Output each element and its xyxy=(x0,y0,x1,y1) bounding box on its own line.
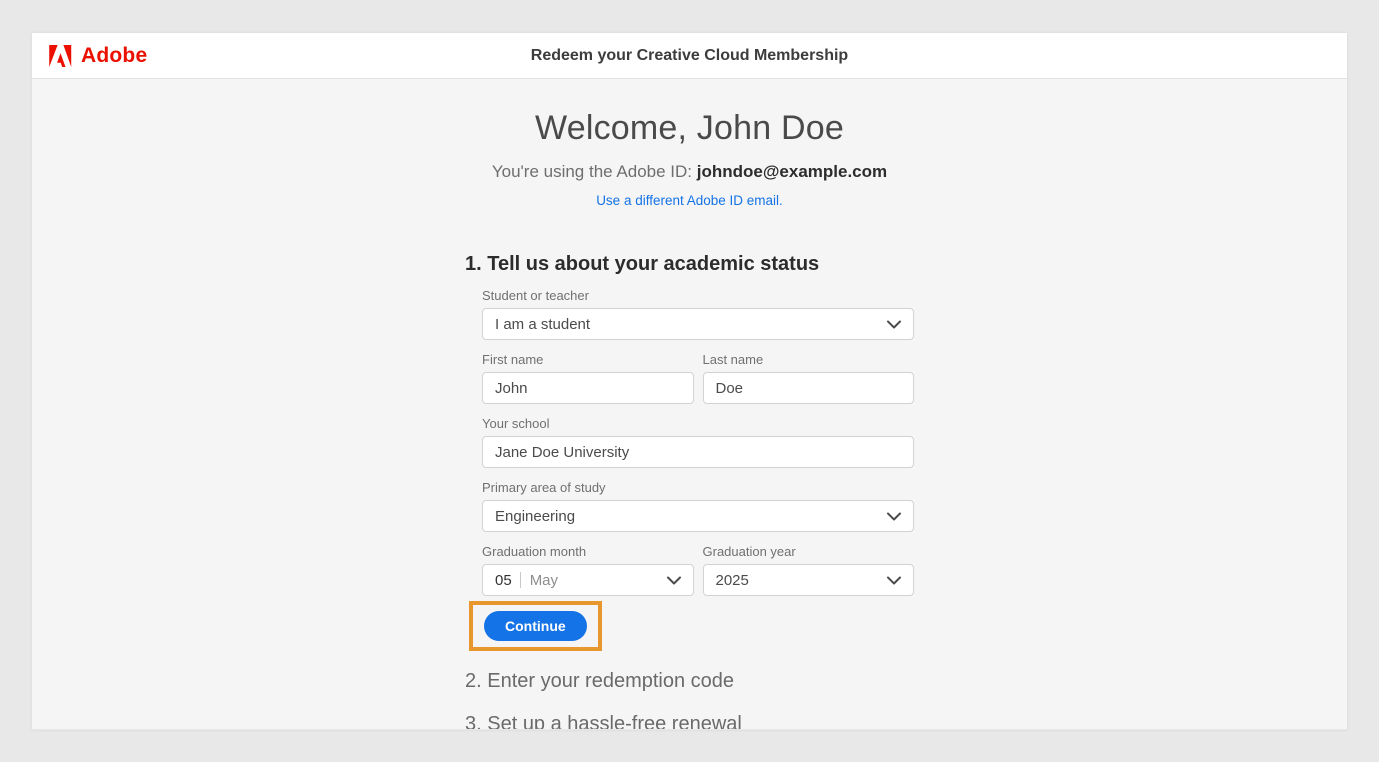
step1-heading: 1. Tell us about your academic status xyxy=(465,252,914,276)
use-different-adobe-id-link[interactable]: Use a different Adobe ID email. xyxy=(596,193,783,208)
graduation-month-select[interactable]: 05 May xyxy=(482,564,694,596)
school-label: Your school xyxy=(482,417,914,431)
last-name-field[interactable] xyxy=(703,372,915,404)
graduation-year-select[interactable]: 2025 xyxy=(703,564,915,596)
graduation-year-value: 2025 xyxy=(716,572,880,589)
name-row: First name Last name xyxy=(482,340,914,404)
student-or-teacher-select[interactable]: I am a student xyxy=(482,308,914,340)
student-or-teacher-value: I am a student xyxy=(495,316,879,333)
steps-column: 1. Tell us about your academic status St… xyxy=(465,252,914,729)
divider xyxy=(520,572,521,588)
chevron-down-icon xyxy=(887,572,901,589)
graduation-year-cell: Graduation year 2025 xyxy=(703,532,915,596)
page-title: Redeem your Creative Cloud Membership xyxy=(531,47,848,65)
graduation-year-label: Graduation year xyxy=(703,545,915,559)
first-name-field[interactable] xyxy=(482,372,694,404)
step2-heading: 2. Enter your redemption code xyxy=(465,669,914,693)
graduation-month-number: 05 xyxy=(495,572,512,589)
top-bar: Adobe Redeem your Creative Cloud Members… xyxy=(32,33,1347,79)
graduation-month-name: May xyxy=(530,572,659,589)
area-of-study-label: Primary area of study xyxy=(482,481,914,495)
chevron-down-icon xyxy=(887,508,901,525)
welcome-heading: Welcome, John Doe xyxy=(32,109,1347,148)
adobe-logo-icon xyxy=(48,45,73,67)
academic-status-form: Student or teacher I am a student First … xyxy=(482,289,914,651)
adobe-id-subtitle: You're using the Adobe ID: johndoe@examp… xyxy=(32,162,1347,182)
adobe-id-value: johndoe@example.com xyxy=(697,162,887,181)
adobe-logo[interactable]: Adobe xyxy=(48,33,147,79)
graduation-month-label: Graduation month xyxy=(482,545,694,559)
chevron-down-icon xyxy=(667,572,681,589)
adobe-id-subtitle-prefix: You're using the Adobe ID: xyxy=(492,162,697,181)
last-name-cell: Last name xyxy=(703,340,915,404)
chevron-down-icon xyxy=(887,316,901,333)
area-of-study-select[interactable]: Engineering xyxy=(482,500,914,532)
main-content: Welcome, John Doe You're using the Adobe… xyxy=(32,79,1347,729)
continue-button[interactable]: Continue xyxy=(484,611,587,641)
graduation-month-cell: Graduation month 05 May xyxy=(482,532,694,596)
continue-button-highlight: Continue xyxy=(469,601,602,651)
last-name-label: Last name xyxy=(703,353,915,367)
school-field[interactable] xyxy=(482,436,914,468)
first-name-label: First name xyxy=(482,353,694,367)
change-id-link-wrap: Use a different Adobe ID email. xyxy=(32,192,1347,210)
area-of-study-value: Engineering xyxy=(495,508,879,525)
adobe-logo-text: Adobe xyxy=(81,44,147,68)
graduation-row: Graduation month 05 May Graduation year xyxy=(482,532,914,596)
step3-heading: 3. Set up a hassle-free renewal xyxy=(465,712,914,729)
first-name-cell: First name xyxy=(482,340,694,404)
student-or-teacher-label: Student or teacher xyxy=(482,289,914,303)
page-card: Adobe Redeem your Creative Cloud Members… xyxy=(32,33,1347,730)
